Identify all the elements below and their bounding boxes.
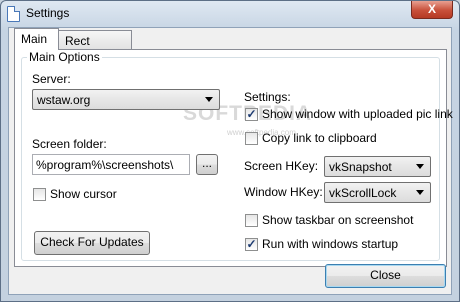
settings-label: Settings: [244, 90, 291, 104]
check-for-updates-button[interactable]: Check For Updates [34, 231, 150, 255]
chevron-down-icon [416, 190, 424, 195]
show-window-box[interactable]: ✓ [245, 108, 258, 121]
main-options-group: Main Options Server: wstaw.org Screen fo… [21, 50, 453, 261]
show-taskbar-checkbox[interactable]: Show taskbar on screenshot [245, 213, 425, 228]
dialog-client-area: Main Rect Capture SOFTPEDIA www.softpedi… [8, 27, 453, 295]
show-cursor-label: Show cursor [50, 187, 117, 201]
show-taskbar-box[interactable] [245, 214, 258, 227]
close-button[interactable]: Close [325, 264, 446, 288]
document-icon [7, 6, 20, 22]
screen-hkey-value: vkSnapshot [329, 160, 392, 174]
chevron-down-icon [416, 164, 424, 169]
copy-link-label: Copy link to clipboard [262, 131, 377, 145]
window-hkey-value: vkScrollLock [329, 186, 397, 200]
server-select[interactable]: wstaw.org [32, 89, 220, 110]
tab-panel-main: SOFTPEDIA www.softpedia.com Main Options… [14, 49, 453, 267]
run-startup-box[interactable]: ✓ [245, 238, 258, 251]
show-window-label: Show window with uploaded pic link [262, 107, 453, 121]
title-bar[interactable]: Settings X [1, 1, 459, 27]
tab-main[interactable]: Main [14, 28, 59, 50]
browse-button[interactable]: ... [196, 154, 218, 175]
screen-folder-input[interactable]: %program%\screenshots\ [32, 154, 190, 175]
show-cursor-checkbox[interactable]: Show cursor [33, 187, 153, 202]
show-taskbar-label: Show taskbar on screenshot [262, 213, 414, 227]
window-hkey-label: Window HKey: [244, 185, 323, 199]
run-startup-checkbox[interactable]: ✓ Run with windows startup [245, 237, 415, 252]
settings-window: Settings X Main Rect Capture SOFTPEDIA w… [0, 0, 460, 302]
screen-hkey-select[interactable]: vkSnapshot [324, 156, 431, 177]
screen-folder-value: %program%\screenshots\ [36, 158, 174, 172]
tab-rect-capture[interactable]: Rect Capture [58, 30, 132, 62]
copy-link-box[interactable] [245, 132, 258, 145]
window-title: Settings [26, 6, 70, 20]
copy-link-checkbox[interactable]: Copy link to clipboard [245, 131, 395, 146]
window-close-button[interactable]: X [411, 1, 453, 19]
screen-folder-label: Screen folder: [32, 137, 107, 151]
show-cursor-box[interactable] [33, 188, 46, 201]
show-window-checkbox[interactable]: ✓ Show window with uploaded pic link [245, 107, 453, 122]
chevron-down-icon [205, 97, 213, 102]
window-hkey-select[interactable]: vkScrollLock [324, 182, 431, 203]
screen-hkey-label: Screen HKey: [244, 159, 319, 173]
server-label: Server: [32, 72, 71, 86]
server-value: wstaw.org [37, 93, 91, 107]
group-title: Main Options [27, 50, 102, 64]
run-startup-label: Run with windows startup [262, 237, 399, 251]
